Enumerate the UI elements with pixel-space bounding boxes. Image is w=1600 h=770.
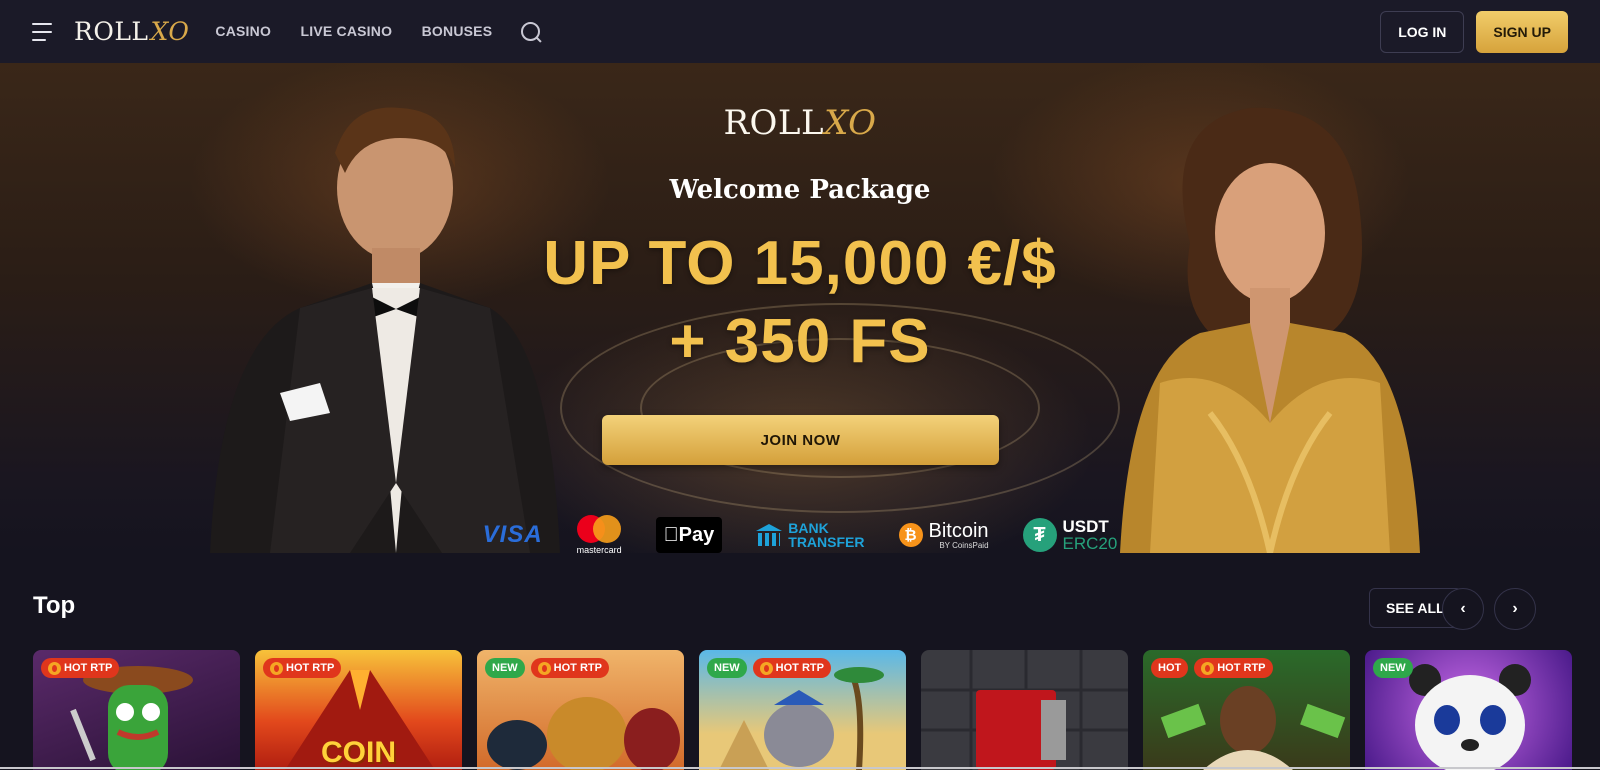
- new-badge: NEW: [1373, 658, 1413, 678]
- join-now-button[interactable]: JOIN NOW: [602, 415, 999, 465]
- game-card[interactable]: HOT RTP: [33, 650, 240, 770]
- game-card[interactable]: NEW HOT RTP: [699, 650, 906, 770]
- game-badges: HOT HOT RTP: [1151, 658, 1273, 678]
- signup-button[interactable]: SIGN UP: [1476, 10, 1568, 53]
- game-title: COIN: [321, 736, 396, 769]
- hot-rtp-badge: HOT RTP: [752, 658, 831, 678]
- flame-icon: [1201, 661, 1215, 675]
- game-badges: NEW: [1373, 658, 1413, 678]
- bank-icon: [756, 524, 783, 546]
- hot-rtp-badge: HOT RTP: [530, 658, 609, 678]
- games-carousel: HOT RTP COIN HOT RTP NEW HOT RTP NEW HOT…: [33, 650, 1572, 770]
- flame-icon: [759, 661, 773, 675]
- bitcoin-logo: ₿ Bitcoin BY CoinsPaid: [898, 515, 989, 553]
- hot-badge: HOT: [1151, 658, 1189, 678]
- mastercard-label: mastercard: [576, 545, 622, 553]
- safe-art: [921, 650, 1128, 770]
- logo-text: ROLL: [74, 17, 149, 46]
- usdt-logo: ₮ USDT ERC20: [1022, 515, 1118, 553]
- game-badges: HOT RTP: [263, 658, 342, 678]
- hot-rtp-badge: HOT RTP: [1194, 658, 1273, 678]
- apple-icon: : [664, 524, 679, 547]
- bank-transfer-logo: BANK TRANSFER: [756, 515, 865, 553]
- bank-line2: TRANSFER: [780, 534, 864, 550]
- badge-label: HOT RTP: [1217, 662, 1266, 674]
- game-card[interactable]: NEW: [1365, 650, 1572, 770]
- logo-xo: XO: [150, 17, 190, 46]
- menu-icon[interactable]: [32, 22, 56, 41]
- game-card[interactable]: NEW HOT RTP: [477, 650, 684, 770]
- bitcoin-sub-label: BY CoinsPaid: [931, 540, 988, 550]
- hero-bonus-amount: UP TO 15,000 €/$: [543, 229, 1057, 298]
- apple-pay-label: Pay: [671, 523, 715, 546]
- login-button[interactable]: LOG IN: [1380, 10, 1465, 53]
- visa-logo: VISA: [482, 521, 543, 548]
- new-badge: NEW: [485, 658, 525, 678]
- hero-banner: ROLLXO Welcome Package UP TO 15,000 €/$ …: [0, 63, 1600, 553]
- top-header: ROLL XO CASINO LIVE CASINO BONUSES LOG IN…: [0, 0, 1600, 63]
- apple-pay-logo: Pay: [655, 517, 723, 553]
- nav-casino[interactable]: CASINO: [215, 23, 271, 39]
- flame-icon: [537, 661, 551, 675]
- bitcoin-icon: ₿: [898, 523, 923, 547]
- prev-arrow-icon[interactable]: ‹: [1442, 588, 1484, 630]
- game-card[interactable]: COIN HOT RTP: [255, 650, 462, 770]
- section-title-top: Top: [33, 592, 76, 619]
- flame-icon: [270, 661, 283, 675]
- next-arrow-icon[interactable]: ›: [1494, 588, 1536, 630]
- hero-subtitle: Welcome Package: [669, 175, 931, 205]
- hero-free-spins: + 350 FS: [669, 307, 931, 376]
- payment-methods: VISA mastercard Pay BANKTRANSFER ₿ Bitc…: [0, 515, 1600, 553]
- badge-label: HOT RTP: [553, 662, 602, 674]
- new-badge: NEW: [707, 658, 747, 678]
- usdt-line2: ERC20: [1055, 534, 1118, 553]
- game-badges: HOT RTP: [41, 658, 120, 678]
- game-badges: NEW HOT RTP: [485, 658, 609, 678]
- badge-label: HOT RTP: [64, 662, 113, 674]
- game-card[interactable]: HOT HOT RTP: [1143, 650, 1350, 770]
- header-logo[interactable]: ROLL XO: [74, 17, 189, 46]
- hero-logo: ROLLXO: [0, 103, 1600, 143]
- hero-logo-text: ROLL: [723, 103, 825, 143]
- hot-rtp-badge: HOT RTP: [41, 658, 120, 678]
- flame-icon: [48, 661, 61, 675]
- nav-bonuses[interactable]: BONUSES: [422, 23, 493, 39]
- hot-rtp-badge: HOT RTP: [263, 658, 342, 678]
- search-icon[interactable]: [519, 20, 543, 44]
- tether-icon: ₮: [1022, 518, 1057, 552]
- mastercard-logo: mastercard: [577, 515, 622, 553]
- game-card[interactable]: [921, 650, 1128, 770]
- nav-live-casino[interactable]: LIVE CASINO: [301, 23, 393, 39]
- game-badges: NEW HOT RTP: [707, 658, 831, 678]
- badge-label: HOT RTP: [775, 662, 824, 674]
- auth-buttons: LOG IN SIGN UP: [1380, 10, 1568, 53]
- hero-logo-xo: XO: [824, 103, 877, 143]
- main-nav: CASINO LIVE CASINO BONUSES: [215, 23, 517, 41]
- badge-label: HOT RTP: [286, 662, 335, 674]
- bitcoin-label: Bitcoin: [921, 519, 989, 542]
- mastercard-icon: [577, 515, 622, 543]
